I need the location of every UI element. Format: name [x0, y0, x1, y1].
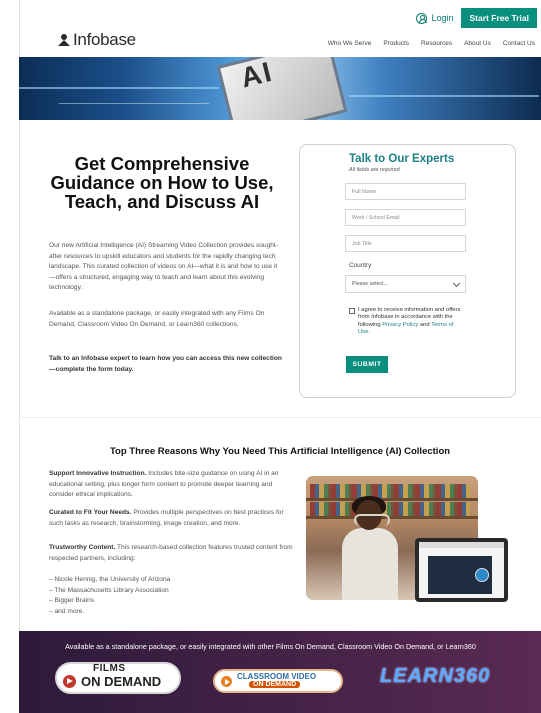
list-item: – and more.	[49, 607, 85, 615]
chevron-down-icon	[452, 279, 461, 288]
video-logo-icon	[475, 568, 489, 582]
list-item: – The Massachusetts Library Association	[49, 586, 169, 594]
list-item: – Bigger Brains	[49, 597, 95, 604]
page: Login Start Free Trial Infobase Who We S…	[0, 0, 541, 713]
reason-item: Support Innovative Instruction. Includes…	[49, 469, 297, 501]
contact-form: Talk to Our Experts All fields are requi…	[299, 144, 516, 398]
films-logo-line2: ON DEMAND	[81, 674, 162, 689]
student-figure	[342, 496, 398, 600]
form-title: Talk to Our Experts	[349, 153, 455, 165]
circuit-trace	[349, 95, 539, 97]
top-bar: Login Start Free Trial	[416, 8, 541, 28]
main-nav: Who We Serve Products Resources About Us…	[328, 40, 535, 47]
consent-text: I agree to receive information and offer…	[358, 307, 461, 337]
ai-chip-image	[216, 57, 348, 120]
student-body	[342, 528, 398, 600]
consent-row: I agree to receive information and offer…	[349, 307, 461, 337]
list-item: – Nicole Hennig, the University of Arizo…	[49, 576, 171, 583]
learn360-logo[interactable]: LEARN360	[380, 665, 504, 695]
user-icon	[416, 12, 428, 24]
intro-paragraph: Our new Artificial Intelligence (AI) Str…	[49, 242, 278, 291]
submit-button[interactable]: SUBMIT	[346, 356, 388, 373]
start-free-trial-button[interactable]: Start Free Trial	[461, 8, 537, 28]
tablet-browser-bar	[419, 542, 504, 548]
reason-heading: Support Innovative Instruction.	[49, 470, 147, 477]
circuit-trace	[19, 87, 219, 89]
full-name-field[interactable]: Full Name	[345, 183, 466, 200]
cvod-logo-line2: ON DEMAND	[249, 681, 301, 688]
cvod-logo-line1: CLASSROOM VIDEO	[237, 672, 317, 681]
play-arrow-icon	[221, 676, 232, 687]
reasons-title: Top Three Reasons Why You Need This Arti…	[109, 446, 451, 457]
headphones-icon	[354, 514, 390, 526]
privacy-policy-link[interactable]: Privacy Policy	[382, 322, 418, 328]
nav-who-we-serve[interactable]: Who We Serve	[328, 40, 372, 47]
reason-item: Trustworthy Content. This research-based…	[49, 543, 297, 564]
consent-checkbox[interactable]	[349, 308, 355, 314]
infobase-logo-icon	[58, 34, 70, 46]
infobase-logo[interactable]: Infobase	[58, 30, 136, 50]
nav-contact-us[interactable]: Contact Us	[503, 40, 535, 47]
consent-and: and	[419, 321, 430, 328]
nav-products[interactable]: Products	[383, 40, 409, 47]
section-divider	[19, 417, 541, 418]
login-label: Login	[431, 13, 454, 23]
page-headline: Get Comprehensive Guidance on How to Use…	[50, 153, 274, 212]
partner-list: – Nicole Hennig, the University of Arizo…	[49, 575, 170, 617]
country-label: Country	[349, 262, 372, 269]
reason-heading: Curated to Fit Your Needs.	[49, 509, 132, 516]
logo-text: Infobase	[73, 30, 136, 49]
reason-heading: Trustworthy Content.	[49, 544, 116, 551]
bookshelf-books	[310, 484, 470, 498]
login-link[interactable]: Login	[416, 12, 454, 24]
job-title-field[interactable]: Job Title	[345, 235, 466, 252]
nav-about-us[interactable]: About Us	[464, 40, 491, 47]
country-select-value: Please select...	[352, 281, 388, 287]
reason-item: Curated to Fit Your Needs. Provides mult…	[49, 508, 297, 529]
play-arrow-icon	[63, 675, 76, 688]
cta-paragraph: Talk to an Infobase expert to learn how …	[49, 355, 282, 373]
email-field[interactable]: Work / School Email	[345, 209, 466, 226]
circuit-trace	[59, 103, 209, 104]
classroom-video-on-demand-logo[interactable]: CLASSROOM VIDEO ON DEMAND	[213, 669, 343, 693]
hero-banner: AI	[19, 57, 541, 120]
footer-text: Available as a standalone package, or ea…	[65, 642, 476, 651]
form-required-note: All fields are required	[349, 167, 400, 173]
intro-paragraph: Available as a standalone package, or ea…	[49, 310, 265, 328]
films-on-demand-logo[interactable]: FILMS ON DEMAND	[55, 662, 181, 694]
nav-resources[interactable]: Resources	[421, 40, 452, 47]
country-select[interactable]: Please select...	[345, 275, 466, 293]
films-logo-line1: FILMS	[93, 663, 126, 674]
tablet-mockup	[415, 538, 508, 602]
